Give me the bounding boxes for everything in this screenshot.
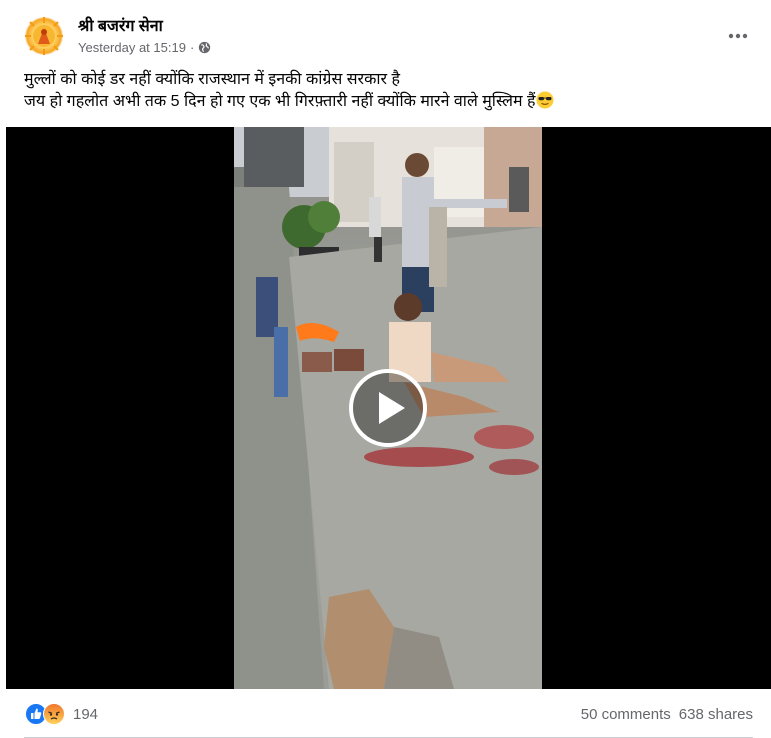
post-meta: Yesterday at 15:19 ·: [78, 40, 211, 55]
caption-line-2-wrap: जय हो गहलोत अभी तक 5 दिन हो गए एक भी गिर…: [24, 91, 744, 116]
more-options-icon: [728, 33, 748, 39]
play-button[interactable]: [348, 368, 428, 448]
caption-line-2: जय हो गहलोत अभी तक 5 दिन हो गए एक भी गिर…: [24, 93, 536, 110]
post-header: श्री बजरंग सेना Yesterday at 15:19 ·: [0, 0, 771, 64]
caption-line-1: मुल्लों को कोई डर नहीं क्योंकि राजस्थान …: [24, 71, 400, 88]
video-player[interactable]: [6, 127, 771, 689]
meta-separator: ·: [189, 40, 195, 55]
play-icon: [349, 369, 427, 447]
sunglasses-emoji-icon: [536, 91, 554, 116]
reaction-count[interactable]: 194: [73, 706, 98, 723]
page-name[interactable]: श्री बजरंग सेना: [78, 14, 163, 36]
post-stats: 194 50 comments 638 shares: [0, 689, 771, 738]
more-options-button[interactable]: [723, 22, 753, 50]
globe-icon: [198, 41, 211, 54]
facebook-post: श्री बजरंग सेना Yesterday at 15:19 · मुल…: [0, 0, 771, 738]
comments-count[interactable]: 50 comments: [581, 706, 671, 723]
angry-icon: [43, 703, 65, 725]
reactions-summary[interactable]: 194: [25, 703, 98, 725]
avatar-logo-icon: [25, 17, 63, 55]
shares-count[interactable]: 638 shares: [679, 706, 753, 723]
post-caption: मुल्लों को कोई डर नहीं क्योंकि राजस्थान …: [24, 69, 744, 116]
page-avatar[interactable]: [22, 14, 66, 58]
post-timestamp[interactable]: Yesterday at 15:19: [78, 40, 186, 55]
engagement-counts: 50 comments 638 shares: [581, 706, 753, 723]
